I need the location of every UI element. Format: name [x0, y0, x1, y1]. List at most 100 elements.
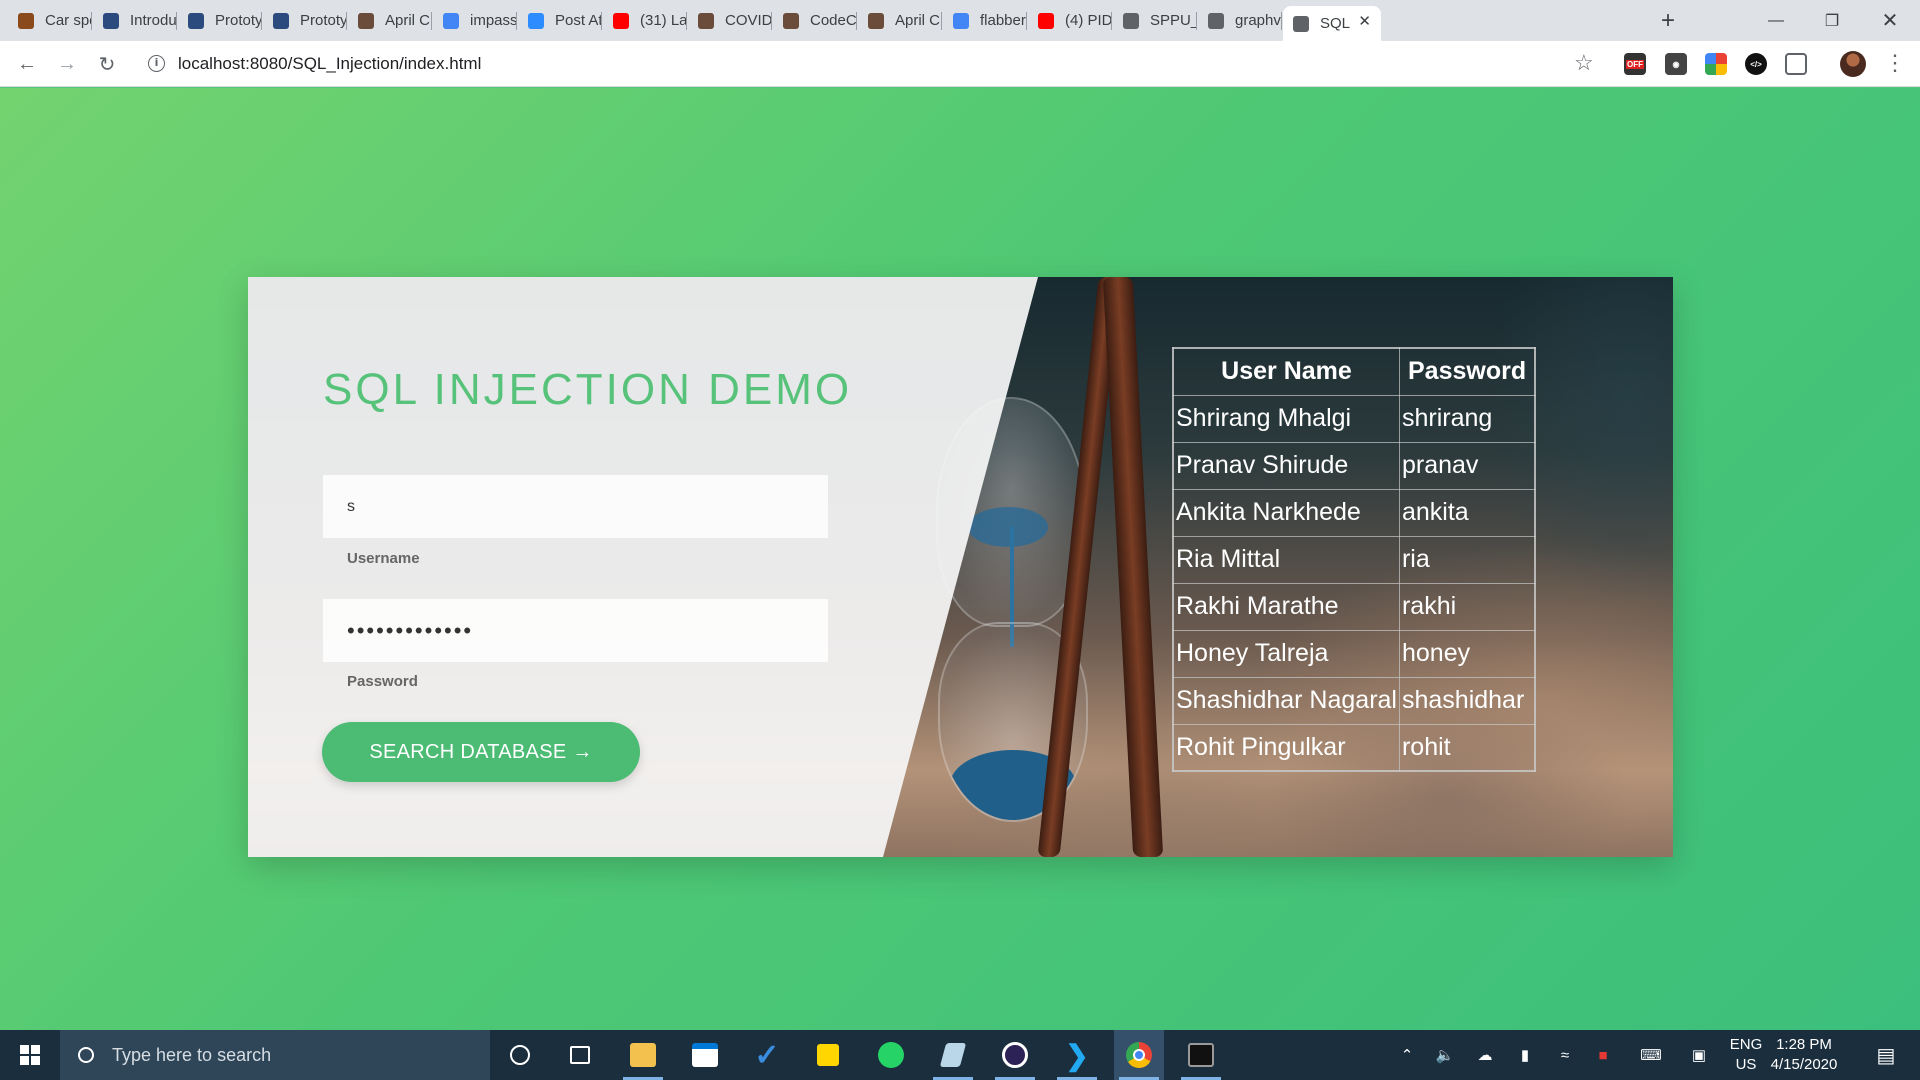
display-icon[interactable]: ▣	[1684, 1030, 1714, 1080]
tab-0[interactable]: Car spe	[8, 6, 92, 35]
new-tab-button[interactable]: +	[1652, 6, 1684, 35]
tab-label: flabberg	[980, 12, 1027, 29]
tab-11[interactable]: flabberg	[943, 6, 1027, 35]
tab-2[interactable]: Prototy	[178, 6, 262, 35]
language-region: US	[1735, 1056, 1757, 1073]
keyboard-icon[interactable]: ⌨	[1634, 1030, 1668, 1080]
cell-username: Rohit Pingulkar	[1172, 723, 1400, 772]
tds-icon	[188, 12, 204, 29]
tab-separator	[1026, 12, 1027, 30]
tab-close-icon[interactable]: ✕	[1358, 12, 1371, 30]
extension-shield-icon[interactable]: ◉	[1665, 53, 1687, 75]
taskbar-search-placeholder: Type here to search	[112, 1044, 272, 1065]
tab-separator	[1111, 12, 1112, 30]
show-hidden-icons-chevron-icon[interactable]: ⌃	[1394, 1030, 1420, 1080]
forward-button[interactable]: →	[52, 49, 82, 79]
tab-active[interactable]: SQL ✕	[1283, 6, 1381, 41]
tab-separator	[431, 12, 432, 30]
task-view-icon[interactable]	[555, 1030, 605, 1080]
start-button[interactable]	[0, 1030, 60, 1080]
action-center-icon[interactable]: ▤	[1866, 1030, 1906, 1080]
tab-5[interactable]: impasse	[433, 6, 517, 35]
onedrive-icon[interactable]: ☁	[1470, 1030, 1500, 1080]
url-text[interactable]: localhost:8080/SQL_Injection/index.html	[178, 54, 481, 74]
codechef-icon	[783, 12, 799, 29]
tds-icon	[103, 12, 119, 29]
page-title: SQL INJECTION DEMO	[323, 365, 853, 414]
tab-14[interactable]: graphvi	[1198, 6, 1282, 35]
tab-label: COVID	[725, 12, 772, 29]
battery-icon[interactable]: ▮	[1510, 1030, 1540, 1080]
tab-label: Post Att	[555, 12, 602, 29]
back-button[interactable]: ←	[12, 49, 42, 79]
cell-password: pranav	[1398, 441, 1536, 490]
codechef-icon	[358, 12, 374, 29]
github-icon	[18, 12, 34, 29]
tab-10[interactable]: April Ch	[858, 6, 942, 35]
taskbar-search-box[interactable]: Type here to search	[60, 1030, 490, 1080]
youtube-icon	[1038, 12, 1054, 29]
cell-username: Ankita Narkhede	[1172, 488, 1400, 537]
todo-icon[interactable]: ✓	[742, 1030, 792, 1080]
tab-separator	[686, 12, 687, 30]
cell-username: Honey Talreja	[1172, 629, 1400, 678]
extension-colorpicker-icon[interactable]	[1705, 53, 1727, 75]
tab-1[interactable]: Introdu	[93, 6, 177, 35]
vscode-icon[interactable]: ❯	[1052, 1030, 1102, 1080]
wifi-icon[interactable]: ≈	[1550, 1030, 1580, 1080]
tab-separator	[856, 12, 857, 30]
cell-password: shrirang	[1398, 394, 1536, 443]
search-database-button[interactable]: SEARCH DATABASE →	[322, 722, 640, 782]
cortana-icon[interactable]	[495, 1030, 545, 1080]
tab-label: SPPU_B	[1150, 12, 1197, 29]
zoom-icon	[528, 12, 544, 29]
username-label: Username	[347, 550, 420, 567]
extension-code-icon[interactable]: </>	[1745, 53, 1767, 75]
bookmark-star-icon[interactable]: ☆	[1574, 50, 1594, 76]
password-label: Password	[347, 673, 418, 690]
terminal-icon[interactable]	[1176, 1030, 1226, 1080]
column-header-username: User Name	[1172, 347, 1400, 396]
username-input[interactable]: s	[323, 475, 828, 538]
file-explorer-icon[interactable]	[618, 1030, 668, 1080]
close-window-button[interactable]: ✕	[1862, 0, 1918, 41]
tab-separator	[261, 12, 262, 30]
volume-icon[interactable]: 🔈	[1430, 1030, 1460, 1080]
column-header-password: Password	[1398, 347, 1536, 396]
tab-7[interactable]: (31) La	[603, 6, 687, 35]
eclipse-icon[interactable]	[990, 1030, 1040, 1080]
extension-off-icon[interactable]: OFF	[1624, 53, 1646, 75]
chrome-menu-icon[interactable]: ⋮	[1884, 50, 1906, 76]
tab-8[interactable]: COVID	[688, 6, 772, 35]
restore-button[interactable]: ❐	[1804, 0, 1860, 41]
tds-icon	[273, 12, 289, 29]
whatsapp-icon[interactable]	[866, 1030, 916, 1080]
system-clock[interactable]: 1:28 PM 4/15/2020	[1764, 1035, 1844, 1075]
microsoft-store-icon[interactable]	[680, 1030, 730, 1080]
notepad-app-icon[interactable]	[928, 1030, 978, 1080]
globe-icon	[1293, 15, 1309, 32]
tab-3[interactable]: Prototy	[263, 6, 347, 35]
notification-app-icon[interactable]: ■	[1588, 1030, 1618, 1080]
tab-12[interactable]: (4) PID	[1028, 6, 1112, 35]
tab-label: April Ch	[385, 12, 432, 29]
cell-username: Pranav Shirude	[1172, 441, 1400, 490]
profile-avatar[interactable]	[1840, 51, 1866, 77]
cell-password: shashidhar	[1398, 676, 1536, 725]
reload-button[interactable]: ↻	[92, 49, 122, 79]
site-info-icon[interactable]: i	[148, 55, 165, 72]
language-indicator[interactable]: ENG US	[1726, 1035, 1766, 1075]
tab-6[interactable]: Post Att	[518, 6, 602, 35]
sticky-notes-icon[interactable]	[803, 1030, 853, 1080]
password-input[interactable]: •••••••••••••	[323, 599, 828, 662]
tab-13[interactable]: SPPU_B	[1113, 6, 1197, 35]
tab-4[interactable]: April Ch	[348, 6, 432, 35]
clock-time: 1:28 PM	[1776, 1036, 1832, 1053]
table-row: Ria Mittal ria	[1172, 535, 1536, 584]
tab-9[interactable]: CodeCh	[773, 6, 857, 35]
cast-icon[interactable]	[1785, 53, 1807, 75]
chrome-icon[interactable]	[1114, 1030, 1164, 1080]
codechef-icon	[868, 12, 884, 29]
minimize-button[interactable]: —	[1748, 0, 1804, 41]
cell-password: rohit	[1398, 723, 1536, 772]
